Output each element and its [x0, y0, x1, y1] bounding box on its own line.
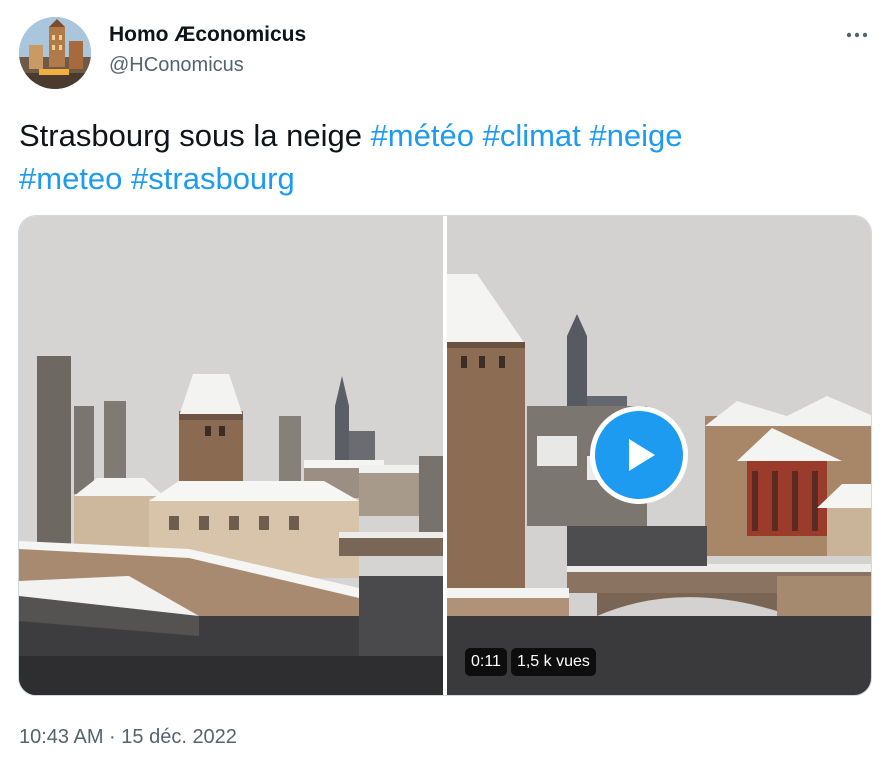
- tweet: Homo Æconomicus @HConomicus Strasbourg s…: [0, 0, 892, 776]
- hashtag-link[interactable]: #climat: [483, 118, 581, 153]
- tweet-timestamp[interactable]: 10:43 AM · 15 déc. 2022: [19, 722, 237, 752]
- author-handle[interactable]: @HConomicus: [109, 52, 306, 78]
- video-views: 1,5 k vues: [510, 648, 596, 676]
- author-display-name[interactable]: Homo Æconomicus: [109, 22, 306, 48]
- play-icon: [629, 439, 655, 471]
- hashtag-link[interactable]: #météo: [371, 118, 474, 153]
- photo-strasbourg-left[interactable]: [19, 216, 443, 695]
- video-duration: 0:11: [465, 648, 507, 676]
- hashtag-link[interactable]: #strasbourg: [131, 161, 295, 196]
- more-options-button[interactable]: [844, 22, 870, 48]
- avatar[interactable]: [19, 17, 91, 89]
- hashtag-link[interactable]: #neige: [589, 118, 682, 153]
- more-horizontal-icon: [846, 32, 868, 38]
- tweet-text: Strasbourg sous la neige #météo #climat …: [19, 114, 859, 200]
- hashtag-link[interactable]: #meteo: [19, 161, 122, 196]
- play-button[interactable]: [590, 406, 688, 504]
- tweet-text-plain: Strasbourg sous la neige: [19, 118, 371, 153]
- media-container: [18, 215, 872, 696]
- author-block: Homo Æconomicus @HConomicus: [109, 22, 306, 78]
- video-info: 0:11 1,5 k vues: [465, 648, 596, 676]
- media-divider: [443, 216, 447, 695]
